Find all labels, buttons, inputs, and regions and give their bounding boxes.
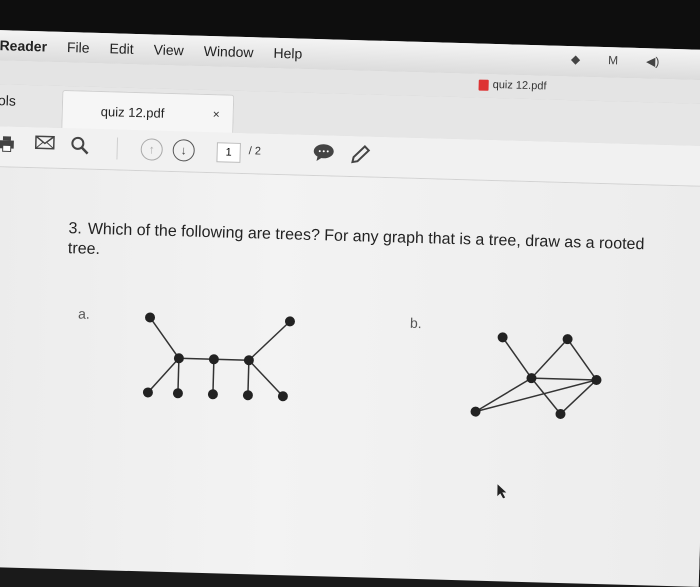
- mail-status-icon[interactable]: M: [608, 53, 618, 67]
- question-3: 3. Which of the following are trees? For …: [68, 219, 669, 276]
- pdf-file-icon: [478, 79, 489, 91]
- menu-edit[interactable]: Edit: [109, 40, 134, 57]
- page-number-input[interactable]: 1: [216, 142, 241, 163]
- graph-a-edge: [177, 358, 180, 394]
- menu-file[interactable]: File: [67, 39, 90, 56]
- mouse-cursor-icon: [497, 484, 507, 499]
- print-icon[interactable]: [0, 134, 15, 153]
- up-arrow-icon[interactable]: ↑: [140, 138, 164, 161]
- window-title: quiz 12.pdf: [478, 78, 547, 93]
- graph-a-vertex: [242, 390, 253, 401]
- graph-b-edge: [531, 377, 597, 381]
- tools-tab-label[interactable]: ols: [0, 92, 16, 108]
- graph-a-edge: [247, 360, 250, 396]
- graph-a-edge: [212, 359, 215, 395]
- graph-b-edge: [475, 377, 532, 413]
- graph-a-edge: [213, 358, 249, 361]
- menu-window[interactable]: Window: [204, 43, 254, 60]
- graph-b-edge: [475, 379, 597, 413]
- graph-a-label: a.: [77, 305, 91, 322]
- graph-a-vertex: [172, 388, 183, 399]
- search-icon[interactable]: [71, 136, 89, 155]
- graph-a-vertex: [207, 389, 218, 400]
- graph-b-edge: [502, 336, 533, 379]
- menu-view[interactable]: View: [153, 41, 184, 58]
- graph-a-vertex: [145, 312, 156, 323]
- screen: Reader File Edit View Window Help ◆ M ◀)…: [0, 30, 700, 587]
- graph-a: [142, 312, 295, 402]
- graph-a-edge: [248, 320, 291, 361]
- page-total: / 2: [248, 145, 262, 158]
- document-tab[interactable]: quiz 12.pdf ×: [61, 89, 235, 134]
- close-tab-icon[interactable]: ×: [213, 107, 220, 121]
- window-title-text: quiz 12.pdf: [492, 78, 547, 93]
- mail-icon[interactable]: [34, 135, 55, 150]
- menu-help[interactable]: Help: [273, 45, 302, 62]
- graph-b-vertex: [470, 406, 481, 417]
- document-page: 3. Which of the following are trees? For …: [0, 166, 700, 587]
- graph-b-label: b.: [409, 314, 422, 332]
- down-arrow-icon[interactable]: ↓: [172, 139, 196, 162]
- comment-icon[interactable]: [312, 143, 334, 162]
- graph-a-edge: [248, 359, 284, 397]
- graph-b-vertex: [497, 332, 508, 343]
- document-tab-label: quiz 12.pdf: [100, 104, 165, 121]
- toolbar-divider: [116, 137, 119, 160]
- status-icons: ◆ M ◀): [571, 52, 680, 69]
- graph-b: [470, 332, 602, 419]
- question-number: 3.: [68, 220, 83, 238]
- question-text: Which of the following are trees? For an…: [67, 220, 645, 259]
- wifi-icon[interactable]: ◆: [571, 52, 581, 66]
- app-menu-reader[interactable]: Reader: [0, 37, 47, 54]
- graph-a-edge: [147, 357, 180, 393]
- graph-b-edge: [530, 338, 569, 379]
- graph-a-vertex: [208, 354, 219, 365]
- graph-a-edge: [149, 317, 180, 359]
- graph-a-edge: [178, 357, 214, 361]
- volume-icon[interactable]: ◀): [646, 54, 660, 68]
- pen-icon[interactable]: [350, 144, 371, 165]
- graph-b-edge: [566, 338, 598, 381]
